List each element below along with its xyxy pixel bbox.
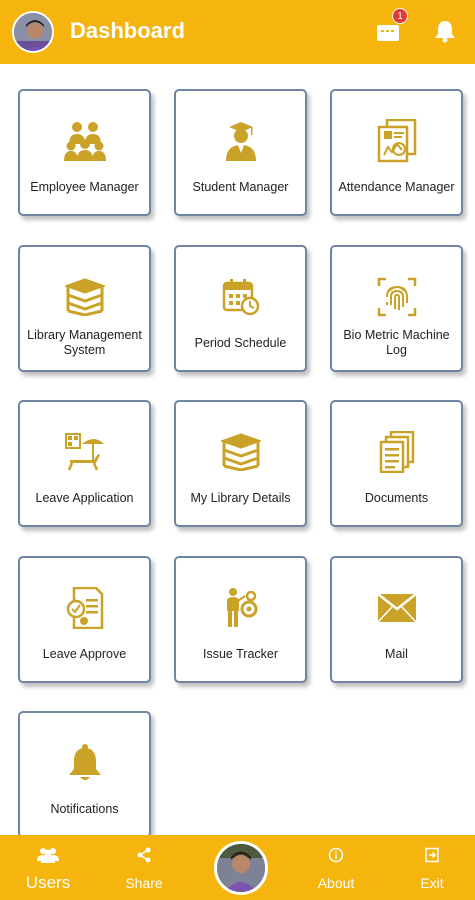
tile-label: Leave Application [35, 490, 134, 505]
bottom-navigation: Users Share About Exit [0, 835, 475, 900]
page-title: Dashboard [70, 18, 185, 43]
tile-label: Documents [364, 490, 429, 505]
graduate-icon [176, 118, 305, 164]
beach-chair-icon [20, 429, 149, 475]
book-stack-icon [176, 429, 305, 475]
info-icon [306, 847, 366, 865]
nav-share[interactable]: Share [114, 835, 174, 900]
tile-notifications[interactable]: Notifications [18, 711, 151, 838]
notifications-button[interactable] [434, 18, 456, 44]
tile-label: Leave Approve [42, 646, 127, 661]
calendar-clock-icon [176, 274, 305, 320]
tile-label: Library Management System [27, 328, 142, 357]
tile-my-library-details[interactable]: My Library Details [174, 400, 307, 527]
documents-icon [332, 429, 461, 475]
tile-student-manager[interactable]: Student Manager [174, 89, 307, 216]
tile-attendance-manager[interactable]: Attendance Manager [330, 89, 463, 216]
envelope-icon [332, 585, 461, 631]
user-avatar[interactable] [12, 11, 54, 53]
nav-exit[interactable]: Exit [402, 835, 462, 900]
tile-label: Issue Tracker [202, 646, 279, 661]
tile-mail[interactable]: Mail [330, 556, 463, 683]
attendance-icon [332, 118, 461, 164]
tile-label: Bio Metric Machine Log [343, 328, 450, 357]
tile-label: Attendance Manager [338, 179, 455, 194]
share-icon [114, 847, 174, 865]
tile-label: My Library Details [190, 490, 291, 505]
tile-documents[interactable]: Documents [330, 400, 463, 527]
tile-label: Notifications [50, 801, 119, 816]
tile-label: Mail [385, 646, 408, 661]
tile-label: Student Manager [192, 179, 289, 194]
notification-count-badge: 1 [392, 8, 408, 24]
tile-label: Employee Manager [30, 179, 139, 194]
tile-library-management-system[interactable]: Library Management System [18, 245, 151, 372]
tile-period-schedule[interactable]: Period Schedule [174, 245, 307, 372]
dashboard-screen: Dashboard 1 Employee Manager Student Man… [0, 0, 475, 900]
nav-users[interactable]: Users [10, 835, 86, 900]
bell-icon [435, 21, 455, 43]
app-header: Dashboard 1 [0, 0, 475, 64]
users-icon [10, 847, 86, 865]
fingerprint-icon [332, 274, 461, 320]
tile-leave-approve[interactable]: Leave Approve [18, 556, 151, 683]
bell-icon [20, 740, 149, 786]
exit-icon [402, 847, 462, 865]
tile-label: Period Schedule [194, 335, 287, 350]
tile-issue-tracker[interactable]: Issue Tracker [174, 556, 307, 683]
tile-bio-metric-machine-log[interactable]: Bio Metric Machine Log [330, 245, 463, 372]
approve-document-icon [20, 585, 149, 631]
issue-tracker-icon [176, 585, 305, 631]
profile-avatar-button[interactable] [214, 841, 268, 895]
tile-employee-manager[interactable]: Employee Manager [18, 89, 151, 216]
nav-about[interactable]: About [306, 835, 366, 900]
tile-leave-application[interactable]: Leave Application [18, 400, 151, 527]
books-icon [20, 274, 149, 320]
employees-icon [20, 118, 149, 164]
